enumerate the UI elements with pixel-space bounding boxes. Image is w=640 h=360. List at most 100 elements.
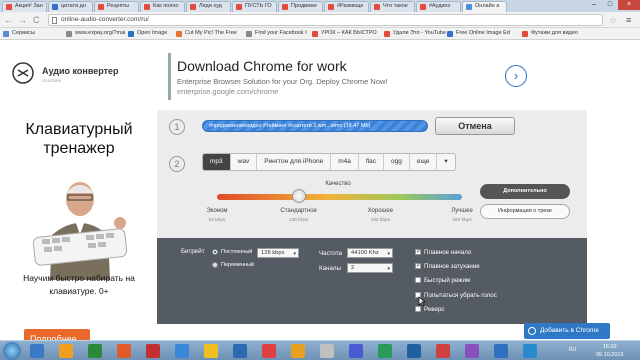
browser-tab[interactable]: Что такое [370,1,415,12]
format-tab[interactable]: ogg [384,154,410,170]
taskbar-app-icon[interactable] [262,344,276,358]
chevron-down-icon[interactable]: ▾ [437,154,454,170]
fade-in-checkbox[interactable]: ✓ [415,249,421,255]
clock-date: 05.10.2016 [596,352,624,358]
variable-bitrate-radio[interactable] [212,262,218,268]
constant-bitrate-radio[interactable] [212,249,218,255]
taskbar-app-icon[interactable] [204,344,218,358]
quality-slider[interactable]: Качество Эконом 64 kbps Стандартное 128 kbp… [202,181,474,231]
browser-tab[interactable]: #Размеще [324,1,369,12]
url-input[interactable]: online-audio-converter.com/ru/ [48,14,603,26]
start-button[interactable] [3,342,21,360]
format-tab[interactable]: Рингтон для iPhone [257,154,332,170]
tab-favicon-icon [190,4,196,10]
taskbar-app-icon[interactable] [378,344,392,358]
bookmark-item[interactable]: Find your Facebook I [246,30,307,37]
frequency-select[interactable]: 44100 Khz ▾ [347,248,393,258]
browser-tab[interactable]: Леди худ [186,1,231,12]
tab-favicon-icon [52,4,58,10]
bookmark-icon [128,31,134,37]
quality-thumb[interactable] [291,189,306,203]
top-ad-banner[interactable]: Download Chrome for work Enterprise Brow… [168,53,532,100]
frequency-value: 44100 Khz [351,250,379,256]
system-clock[interactable]: 16:32 05.10.2016 [596,343,624,359]
maximize-button[interactable]: □ [602,0,618,10]
side-ad-text: Научим быстро набирать на клавиатуре. 0+ [23,273,135,296]
tab-favicon-icon [236,4,242,10]
ad-arrow-icon[interactable]: › [505,65,527,87]
taskbar-app-icon[interactable] [465,344,479,358]
taskbar-app-icon[interactable] [494,344,508,358]
bookmark-item[interactable]: Сервисы [3,30,35,37]
bookmark-item[interactable]: Open Image [128,30,167,37]
bookmark-icon [66,31,72,37]
ad-description: Enterprise Browser Solution for your Org… [177,77,388,86]
taskbar-app-icon[interactable] [30,344,44,358]
quality-level-label: Хорошее [367,208,394,214]
format-tab[interactable]: wav [231,154,258,170]
track-info-button[interactable]: Информация о треке [480,204,570,219]
close-window-button[interactable]: × [618,0,640,10]
browser-tab[interactable]: Продвиже [278,1,323,12]
ad-url: enterprise.google.com/chrome [177,87,279,96]
quality-bitrate-label: 320 kbps [452,218,472,223]
ad-title[interactable]: Download Chrome for work [177,58,347,74]
step-1-number: 1 [169,119,185,135]
taskbar-app-icon[interactable] [291,344,305,358]
fast-mode-checkbox[interactable] [415,277,421,283]
taskbar-app-icon[interactable] [320,344,334,358]
add-to-chrome-button[interactable]: Добавить в Chrome [524,323,610,339]
browser-tab[interactable]: #Аудиоз [416,1,461,12]
taskbar-app-icon[interactable] [88,344,102,358]
bookmark-item[interactable]: УРОК – КАК БЫСТРО [312,30,377,37]
browser-tab[interactable]: Рецепты [94,1,139,12]
format-tab[interactable]: m4a [331,154,359,170]
quality-label: Качество [325,181,351,187]
taskbar-app-icon[interactable] [523,344,537,358]
bookmark-item[interactable]: Free Online Image Ed [447,30,510,37]
channels-select[interactable]: 2 ▾ [347,263,393,273]
cancel-button[interactable]: Отмена [435,117,515,135]
taskbar-app-icon[interactable] [175,344,189,358]
format-tab[interactable]: еще [410,154,438,170]
taskbar-app-icon[interactable] [117,344,131,358]
minimize-button[interactable]: – [586,0,602,10]
taskbar-app-icon[interactable] [233,344,247,358]
browser-tab[interactable]: Как полно [140,1,185,12]
bookmark-icon [447,31,453,37]
bookmark-label: www.expay.org/?mai [75,30,126,36]
browser-tab[interactable]: Акция! Зан [2,1,47,12]
page-icon [52,17,57,24]
format-tab[interactable]: mp3 [203,154,231,170]
side-ad[interactable]: Клавиатурный тренажер Научим быстро наби… [10,110,148,350]
frequency-label: Частота [319,250,342,257]
browser-tab[interactable]: Онлайн а [462,1,507,12]
taskbar-app-icon[interactable] [436,344,450,358]
bitrate-select[interactable]: 128 kbps ▾ [257,248,299,258]
taskbar-app-icon[interactable] [349,344,363,358]
url-text: online-audio-converter.com/ru/ [61,16,149,23]
format-tab[interactable]: flac [359,154,384,170]
tab-favicon-icon [282,4,288,10]
forward-button[interactable]: → [18,15,27,25]
bookmark-icon [246,31,252,37]
taskbar-app-icon[interactable] [59,344,73,358]
taskbar-app-icon[interactable] [146,344,160,358]
reload-button[interactable]: C [33,15,40,25]
bookmark-star-icon[interactable]: ☆ [609,15,617,25]
menu-icon[interactable]: ≡ [626,15,631,25]
fade-out-checkbox[interactable]: ✓ [415,263,421,269]
bookmark-item[interactable]: Удали Это - YouTube [384,30,446,37]
bookmark-item[interactable]: www.expay.org/?mai [66,30,126,37]
back-button[interactable]: ← [4,15,13,25]
advanced-button[interactable]: Дополнительно [480,184,570,199]
quality-level-label: Эконом [206,208,228,214]
tab-title: Что такое [383,3,408,9]
taskbar-app-icon[interactable] [407,344,421,358]
bookmark-item[interactable]: Футажи для видео [522,30,578,37]
browser-tab[interactable]: ПУСТЬ ГО [232,1,277,12]
browser-tab[interactable]: цитата дн [48,1,93,12]
quality-track[interactable] [217,194,462,200]
language-indicator[interactable]: RU [569,347,576,353]
bookmark-item[interactable]: Cut My Pic! The Free [176,30,237,37]
